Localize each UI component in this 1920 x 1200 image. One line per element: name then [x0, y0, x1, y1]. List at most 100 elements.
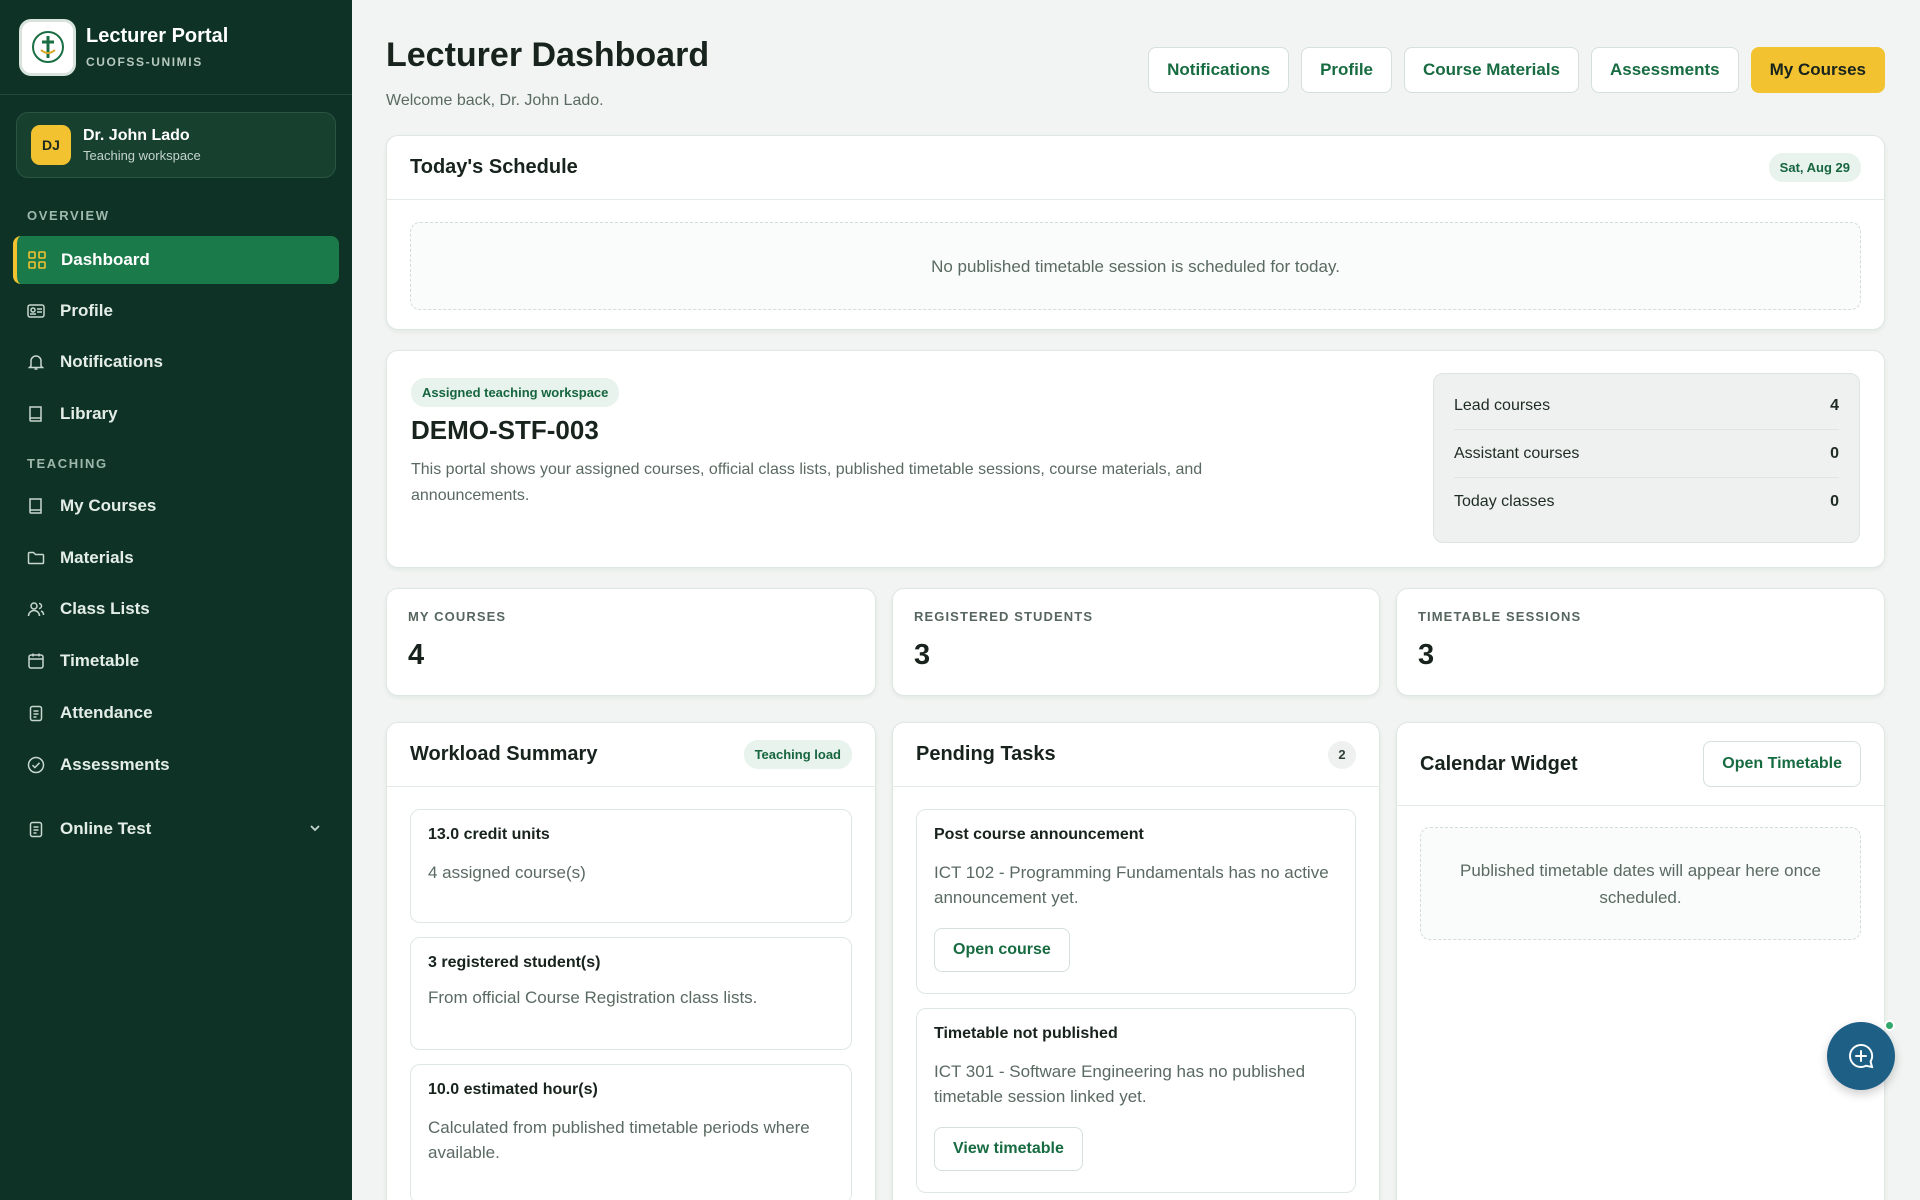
user-name: Dr. John Lado [83, 127, 190, 144]
metric-value: 3 [914, 639, 931, 671]
sidebar-item-assessments[interactable]: Assessments [13, 741, 339, 789]
task-count-badge: 2 [1328, 740, 1356, 769]
sidebar-item-profile[interactable]: Profile [13, 287, 339, 335]
sidebar-item-label: Materials [60, 548, 134, 567]
chevron-down-icon[interactable] [307, 820, 323, 836]
sidebar-item-label: Notifications [60, 352, 163, 371]
stat-label: Assistant courses [1454, 444, 1580, 462]
metric-card-registered-students: REGISTERED STUDENTS 3 [892, 588, 1380, 696]
sidebar-item-online-test[interactable]: Online Test [13, 805, 339, 853]
sidebar-item-label: Online Test [60, 819, 152, 838]
book-icon [27, 405, 45, 423]
metric-label: TIMETABLE SESSIONS [1418, 609, 1582, 624]
workload-item: 3 registered student(s) From official Co… [410, 937, 852, 1050]
calendar-empty-state: Published timetable dates will appear he… [1420, 827, 1861, 940]
welcome-message: Welcome back, Dr. John Lado. [386, 92, 604, 109]
online-status-dot [1884, 1020, 1895, 1031]
metric-label: MY COURSES [408, 609, 507, 624]
notifications-button[interactable]: Notifications [1148, 47, 1290, 93]
workload-item-title: 3 registered student(s) [428, 954, 601, 971]
sidebar-item-label: My Courses [60, 496, 157, 515]
calendar-icon [27, 652, 45, 670]
sidebar-item-dashboard[interactable]: Dashboard [13, 236, 339, 284]
my-courses-button[interactable]: My Courses [1750, 47, 1885, 93]
metric-card-timetable-sessions: TIMETABLE SESSIONS 3 [1396, 588, 1885, 696]
schedule-title: Today's Schedule [410, 156, 578, 178]
workspace-tag: Assigned teaching workspace [411, 378, 620, 407]
sidebar-item-materials[interactable]: Materials [13, 534, 339, 582]
chat-assistant-button[interactable] [1827, 1022, 1895, 1090]
stat-row: Assistant courses 0 [1454, 430, 1839, 478]
header-actions: Notifications Profile Course Materials A… [1148, 47, 1885, 93]
sidebar-item-timetable[interactable]: Timetable [13, 637, 339, 685]
bell-icon [27, 353, 45, 371]
sidebar-item-class-lists[interactable]: Class Lists [13, 585, 339, 633]
clipboard-icon [27, 820, 45, 838]
calendar-widget-card: Calendar Widget Open Timetable Published… [1396, 722, 1885, 1200]
nav-section-overview: OVERVIEW [27, 208, 110, 223]
workspace-card: Assigned teaching workspace DEMO-STF-003… [386, 350, 1885, 568]
workload-item: 13.0 credit units 4 assigned course(s) [410, 809, 852, 923]
book-icon [27, 497, 45, 515]
view-timetable-button[interactable]: View timetable [934, 1127, 1083, 1171]
stat-value: 0 [1830, 444, 1839, 462]
check-circle-icon [27, 756, 45, 774]
stat-value: 0 [1830, 493, 1839, 510]
sidebar-item-label: Profile [60, 301, 113, 320]
sidebar: Lecturer Portal CUOFSS-UNIMIS DJ Dr. Joh… [0, 0, 352, 1200]
sidebar-item-attendance[interactable]: Attendance [13, 689, 339, 737]
workload-item: 10.0 estimated hour(s) Calculated from p… [410, 1064, 852, 1200]
sidebar-item-label: Attendance [60, 703, 153, 722]
task-description: ICT 301 - Software Engineering has no pu… [934, 1062, 1306, 1106]
brand-header: Lecturer Portal CUOFSS-UNIMIS [0, 0, 352, 95]
users-icon [27, 600, 45, 618]
sidebar-item-library[interactable]: Library [13, 390, 339, 438]
metric-card-my-courses: MY COURSES 4 [386, 588, 876, 696]
workload-card: Workload Summary Teaching load 13.0 cred… [386, 722, 876, 1200]
workload-title: Workload Summary [410, 743, 598, 765]
open-course-button[interactable]: Open course [934, 928, 1070, 972]
teaching-load-badge: Teaching load [743, 740, 852, 769]
workload-item-title: 10.0 estimated hour(s) [428, 1081, 598, 1098]
pending-tasks-title: Pending Tasks [916, 743, 1056, 765]
stat-value: 4 [1830, 396, 1839, 414]
course-materials-button[interactable]: Course Materials [1404, 47, 1579, 93]
clipboard-icon [27, 704, 45, 722]
sidebar-item-label: Library [60, 404, 118, 423]
task-title: Timetable not published [934, 1025, 1118, 1042]
workload-item-text: 4 assigned course(s) [428, 863, 586, 882]
sidebar-item-label: Dashboard [61, 250, 150, 269]
task-description: ICT 102 - Programming Fundamentals has n… [934, 863, 1329, 907]
page-title: Lecturer Dashboard [386, 36, 710, 74]
brand-subtitle: CUOFSS-UNIMIS [86, 55, 203, 69]
sidebar-item-label: Class Lists [60, 599, 150, 618]
chat-icon [1849, 1043, 1874, 1069]
metric-value: 3 [1418, 639, 1435, 671]
workload-item-title: 13.0 credit units [428, 826, 550, 843]
schedule-empty-state: No published timetable session is schedu… [410, 222, 1861, 310]
folder-icon [27, 549, 45, 567]
assessments-button[interactable]: Assessments [1591, 47, 1739, 93]
workspace-description: This portal shows your assigned courses,… [411, 461, 1203, 504]
brand-title: Lecturer Portal [86, 25, 229, 47]
university-logo [19, 18, 76, 76]
sidebar-item-label: Timetable [60, 651, 140, 670]
open-timetable-button[interactable]: Open Timetable [1703, 741, 1861, 787]
stat-label: Lead courses [1454, 396, 1551, 414]
task-item: Timetable not published ICT 301 - Softwa… [916, 1008, 1356, 1193]
workload-item-text: From official Course Registration class … [428, 988, 758, 1007]
avatar: DJ [31, 125, 71, 165]
sidebar-item-label: Assessments [60, 755, 170, 774]
sidebar-item-my-courses[interactable]: My Courses [13, 482, 339, 530]
date-badge: Sat, Aug 29 [1768, 153, 1861, 182]
calendar-widget-title: Calendar Widget [1420, 752, 1578, 775]
crest-icon [31, 31, 64, 63]
id-card-icon [27, 302, 45, 320]
profile-button[interactable]: Profile [1301, 47, 1392, 93]
stat-row: Lead courses 4 [1454, 382, 1839, 430]
metric-value: 4 [408, 639, 425, 671]
stat-label: Today classes [1454, 493, 1555, 510]
user-card[interactable]: DJ Dr. John Lado Teaching workspace [16, 112, 336, 178]
nav-section-teaching: TEACHING [27, 456, 108, 471]
sidebar-item-notifications[interactable]: Notifications [13, 338, 339, 386]
